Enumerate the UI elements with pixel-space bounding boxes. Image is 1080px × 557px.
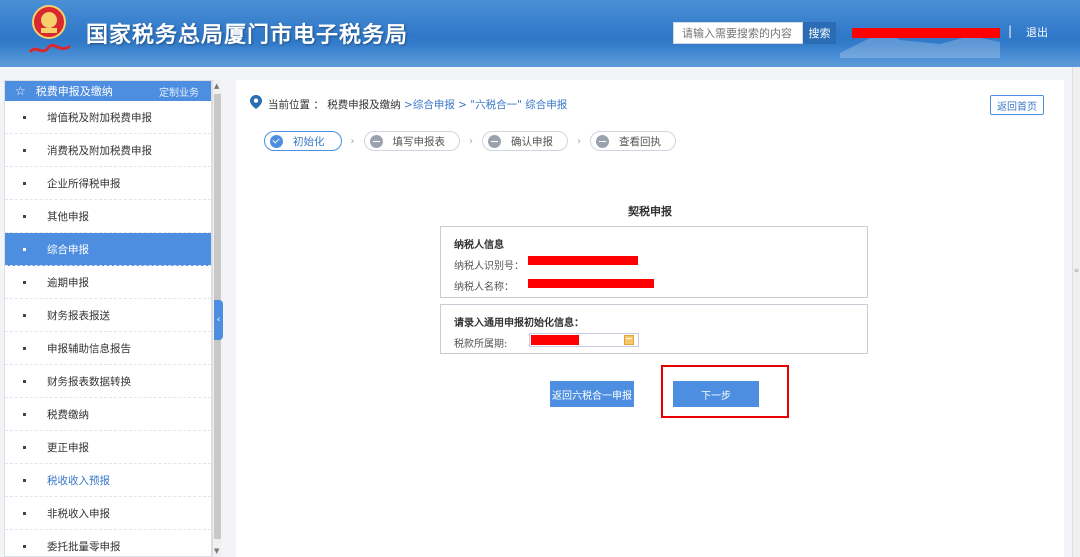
step-fill-form: 填写申报表 [363,131,460,151]
step-receipt: 查看回执 [590,131,676,151]
sidebar-item-correction[interactable]: 更正申报 [5,431,211,464]
logout-link[interactable]: 退出 [1026,24,1048,40]
sidebar-item-label: 税费缴纳 [47,408,89,421]
breadcrumb-current[interactable]: 税费申报及缴纳 [327,99,401,111]
sidebar-collapse-button[interactable]: ‹ [214,300,223,340]
sidebar-item-label: 财务报表报送 [47,309,110,322]
sidebar-item-label: 逾期申报 [47,276,89,289]
minus-circle-icon [488,134,501,148]
sidebar-item-label: 申报辅助信息报告 [47,342,131,355]
bullet-icon [23,148,26,152]
bullet-icon [23,313,26,317]
sidebar-item-label: 更正申报 [47,441,89,454]
breadcrumb-trail[interactable]: >综合申报 > "六税合一" 综合申报 [404,99,567,111]
china-tax-seal-icon [28,43,71,54]
bullet-icon [23,478,26,482]
custom-business-link[interactable]: 定制业务 [159,84,199,99]
taxpayer-section-title: 纳税人信息 [454,240,504,251]
search-button[interactable]: 搜索 [803,22,836,44]
sidebar-item-label: 财务报表数据转换 [47,375,131,388]
sidebar-item-label: 综合申报 [47,243,89,256]
sidebar-item-other[interactable]: 其他申报 [5,200,211,233]
top-banner: 国家税务总局厦门市电子税务局 搜索 | 退出 [0,0,1080,67]
taxpayer-name-redacted [528,279,654,288]
taxpayer-name-label: 纳税人名称： [454,282,514,293]
period-label: 税款所属期: [454,339,508,350]
bullet-icon [23,346,26,350]
header-separator: | [1008,24,1013,38]
sidebar-item-label: 其他申报 [47,210,89,223]
location-pin-icon [250,95,262,109]
step-label: 确认申报 [511,135,553,148]
sidebar-header-label: 税费申报及缴纳 [35,85,113,98]
breadcrumb-prefix: 当前位置 ： [268,99,324,111]
next-step-button[interactable]: 下一步 [673,381,759,407]
back-to-six-tax-button[interactable]: 返回六税合一申报 [550,381,634,407]
step-confirm: 确认申报 [482,131,568,151]
return-home-button[interactable]: 返回首页 [990,95,1044,115]
init-section-title: 请录入通用申报初始化信息： [454,318,584,329]
taxpayer-info-box: 纳税人信息 纳税人识别号： 纳税人名称： [440,226,868,298]
bullet-icon [23,511,26,515]
search-input[interactable] [673,22,803,44]
sidebar-item-overdue[interactable]: 逾期申报 [5,266,211,299]
taxpayer-id-redacted [528,256,638,265]
main-panel: 当前位置 ： 税费申报及缴纳 >综合申报 > "六税合一" 综合申报 返回首页 … [236,80,1064,557]
bullet-icon [23,544,26,548]
chevron-right-icon: › [577,135,581,147]
sidebar-item-batch-zero[interactable]: 委托批量零申报 [5,530,211,556]
step-label: 初始化 [293,135,325,148]
sidebar-item-label: 消费税及附加税费申报 [47,144,152,157]
minus-circle-icon [369,134,383,148]
step-progress: 初始化 › 填写申报表 › 确认申报 › 查看回执 [264,131,676,151]
step-label: 填写申报表 [392,135,446,148]
sidebar-item-tax-payment[interactable]: 税费缴纳 [5,398,211,431]
sidebar-header[interactable]: ☆ 税费申报及缴纳 定制业务 [5,81,211,101]
form-title: 契税申报 [628,205,672,218]
sidebar-item-report-conversion[interactable]: 财务报表数据转换 [5,365,211,398]
chevron-right-icon: › [469,135,473,147]
user-name-redacted [852,28,1000,38]
step-label: 查看回执 [619,135,661,148]
sidebar-item-consumption-tax[interactable]: 消费税及附加税费申报 [5,134,211,167]
sidebar-item-non-tax-revenue[interactable]: 非税收入申报 [5,497,211,530]
star-icon: ☆ [15,84,26,98]
bullet-icon [23,214,26,218]
sidebar-item-label: 企业所得税申报 [47,177,121,190]
bullet-icon [23,445,26,449]
sidebar-item-corporate-income-tax[interactable]: 企业所得税申报 [5,167,211,200]
sidebar: ☆ 税费申报及缴纳 定制业务 增值税及附加税费申报 消费税及附加税费申报 企业所… [4,80,212,557]
chevron-right-icon: › [350,135,355,147]
scroll-down-icon[interactable]: ▼ [214,547,219,555]
sidebar-item-label: 非税收入申报 [47,507,110,520]
bullet-icon [23,247,26,251]
sidebar-item-financial-report[interactable]: 财务报表报送 [5,299,211,332]
sidebar-item-label: 增值税及附加税费申报 [47,111,152,124]
check-circle-icon [270,134,283,148]
sidebar-item-revenue-forecast[interactable]: 税收收入预报 [5,464,211,497]
minus-circle-icon [596,134,609,148]
chevron-left-icon: ‹ [216,315,221,325]
site-title: 国家税务总局厦门市电子税务局 [86,23,409,48]
init-info-box: 请录入通用申报初始化信息： 税款所属期: [440,304,868,354]
sidebar-item-label: 税收收入预报 [47,474,110,487]
sidebar-item-comprehensive[interactable]: 综合申报 [5,233,211,266]
bullet-icon [23,412,26,416]
tax-emblem-icon [32,5,66,39]
taxpayer-id-label: 纳税人识别号： [454,261,524,272]
period-value-redacted [531,335,579,345]
bullet-icon [23,115,26,119]
calendar-icon[interactable] [624,335,634,345]
sidebar-item-vat[interactable]: 增值税及附加税费申报 [5,101,211,134]
bullet-icon [23,181,26,185]
sidebar-item-auxiliary-info[interactable]: 申报辅助信息报告 [5,332,211,365]
bullet-icon [23,280,26,284]
page-scrollbar[interactable]: ≡ [1072,67,1080,557]
step-initialize: 初始化 [264,131,342,151]
bullet-icon [23,379,26,383]
breadcrumb: 当前位置 ： 税费申报及缴纳 >综合申报 > "六税合一" 综合申报 [268,97,567,112]
scroll-up-icon[interactable]: ▲ [214,82,219,90]
sidebar-item-label: 委托批量零申报 [47,540,121,553]
scroll-grip-icon: ≡ [1074,267,1080,274]
